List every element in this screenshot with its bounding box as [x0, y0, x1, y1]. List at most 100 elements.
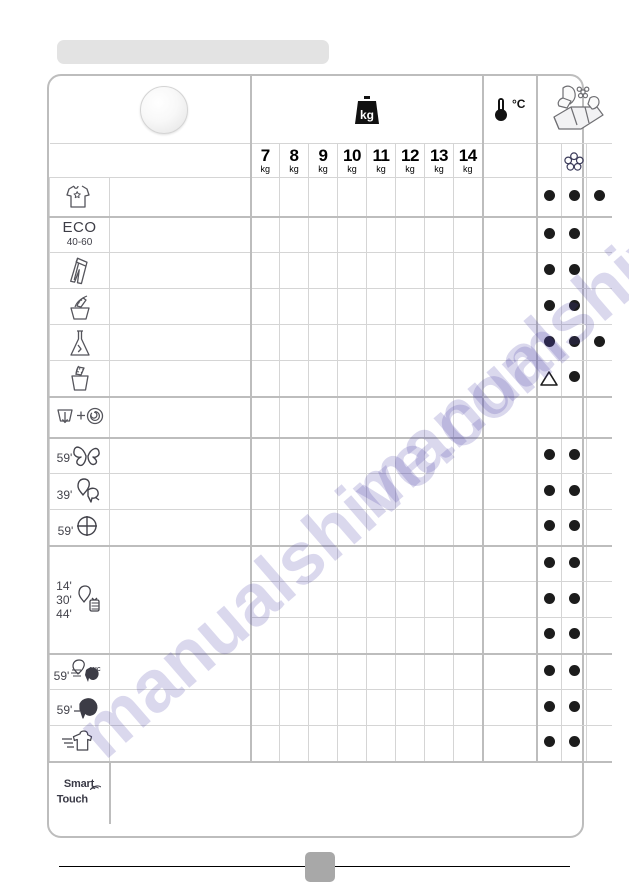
program-icon-rinse-spin [49, 396, 110, 439]
mark-cell-3 [586, 177, 612, 218]
dot-mark [593, 189, 605, 201]
capacity-cell [424, 689, 454, 726]
capacity-cell [308, 288, 338, 325]
capacity-value: 11 [372, 145, 390, 165]
program-description [109, 177, 252, 218]
table-row[interactable]: 59' [49, 509, 612, 547]
header-spin-col-3 [586, 143, 612, 178]
eco-sublabel: 40-60 [66, 236, 93, 248]
capacity-cell [250, 473, 280, 510]
temperature-cell [482, 324, 538, 361]
mark-cell-1 [536, 216, 562, 253]
hand-wash-icon [69, 294, 90, 320]
temperature-cell [482, 216, 538, 253]
program-description [109, 288, 252, 325]
capacity-cell [250, 545, 280, 582]
header-load-cell: kg [250, 76, 484, 144]
mark-cell-1 [536, 473, 562, 510]
capacity-cell [453, 288, 484, 325]
dot-mark [543, 227, 555, 239]
capacity-cell [279, 288, 309, 325]
mark-cell-2 [561, 360, 587, 398]
capacity-cell [424, 473, 454, 510]
table-row[interactable] [49, 252, 612, 289]
capacity-cell [250, 653, 280, 690]
capacity-cell [250, 617, 280, 655]
capacity-cell [279, 360, 309, 398]
table-row[interactable]: 14' 30' 44' [49, 545, 612, 655]
capacity-unit: kg [376, 163, 386, 174]
capacity-cell [250, 689, 280, 726]
mark-cell-3 [586, 653, 612, 690]
table-row[interactable]: 59' 20°C [49, 653, 612, 690]
table-row[interactable] [49, 288, 612, 325]
smart-touch-description [109, 761, 612, 824]
smart-touch-cell: Smart Touch [49, 761, 111, 824]
capacity-cell [453, 396, 484, 439]
capacity-cell [395, 324, 425, 361]
capacity-cell [279, 689, 309, 726]
table-row[interactable] [49, 360, 612, 398]
mark-cell-1 [536, 545, 562, 582]
mark-cell-2 [561, 288, 587, 325]
table-row[interactable]: 39' [49, 473, 612, 510]
capacity-cell [337, 581, 367, 618]
dot-mark [568, 448, 580, 460]
capacity-cell [366, 177, 396, 218]
capacity-cell [337, 396, 367, 439]
capacity-value: 14 [458, 145, 477, 165]
program-icon-hand-wash [49, 288, 110, 325]
header-softener-col [561, 143, 587, 178]
mark-cell-3 [586, 473, 612, 510]
smart-touch-row[interactable]: Smart Touch [49, 761, 612, 824]
capacity-value: 9 [318, 145, 328, 165]
table-row[interactable]: ECO 40-60 [49, 216, 612, 253]
capacity-cell [366, 437, 396, 474]
mark-cell-2 [561, 509, 587, 547]
dot-mark [543, 700, 555, 712]
table-row[interactable] [49, 177, 612, 218]
capacity-cell [250, 360, 280, 398]
rapid-time-30: 30' [56, 592, 72, 607]
capacity-cell [424, 509, 454, 547]
table-row[interactable] [49, 725, 612, 763]
capacity-col-11: 11 kg [366, 143, 396, 178]
program-icon-cross-circle: 59' [49, 509, 110, 547]
capacity-cell [453, 689, 484, 726]
capacity-cell [279, 396, 309, 439]
capacity-cell [337, 653, 367, 690]
capacity-cell [424, 396, 454, 439]
capacity-cell [250, 324, 280, 361]
mark-cell-1 [536, 360, 562, 398]
capacity-cell [279, 252, 309, 289]
capacity-cell [424, 252, 454, 289]
mark-cell-2 [561, 252, 587, 289]
thermometer-icon: °C [494, 97, 525, 121]
mark-cell-3 [586, 360, 612, 398]
mark-cell-1 [536, 252, 562, 289]
capacity-cell [453, 252, 484, 289]
cold-wash-20c-icon: 20°C [71, 659, 101, 682]
dot-mark [568, 189, 580, 201]
capacity-cell [366, 617, 396, 655]
capacity-cell [279, 581, 309, 618]
capacity-cell [366, 545, 396, 582]
table-row[interactable]: 59' [49, 689, 612, 726]
capacity-cell [337, 617, 367, 655]
table-row[interactable] [49, 324, 612, 361]
capacity-unit: kg [347, 163, 357, 174]
mark-cell-3 [586, 324, 612, 361]
program-selector-knob[interactable] [139, 86, 188, 134]
header-knob-cell [49, 76, 252, 144]
mark-cell-2 [561, 581, 587, 618]
butterfly-icon [73, 446, 101, 466]
mark-cell-1 [536, 617, 562, 655]
capacity-cell [395, 360, 425, 398]
table-row[interactable]: 59' [49, 437, 612, 474]
capacity-cell [395, 252, 425, 289]
dot-mark [568, 556, 580, 568]
table-row[interactable] [49, 396, 612, 439]
mark-cell-3 [586, 216, 612, 253]
dot-mark [543, 736, 555, 748]
capacity-cell [279, 216, 309, 253]
